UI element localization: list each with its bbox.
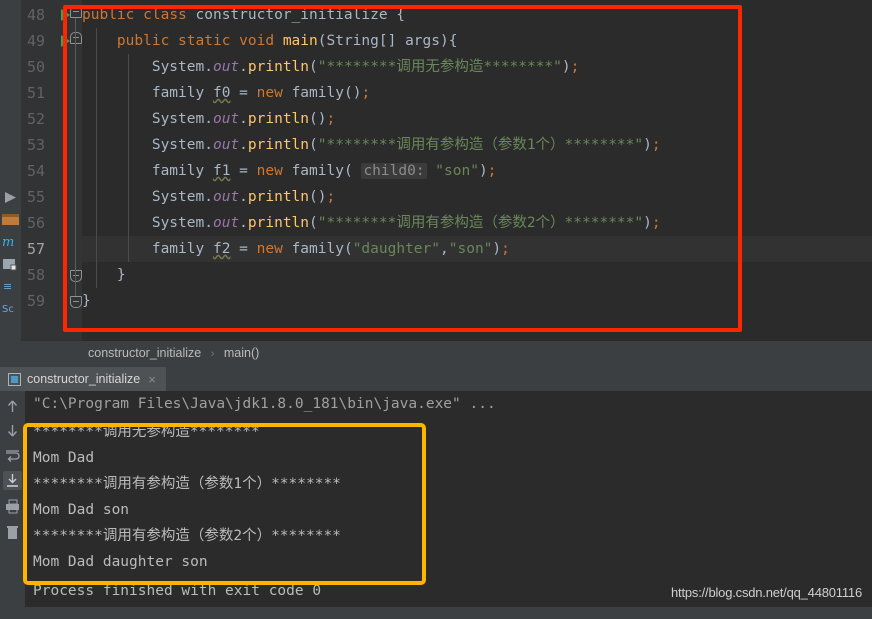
code-editor[interactable]: m ≡ Sc 48 49 50 51 52 53 54 55 56 57 58 59 public c… [0,0,872,341]
run-tool-window: constructor_initialize × "C:\Program Fil… [0,367,872,619]
breadcrumb-method[interactable]: main() [224,346,259,360]
breadcrumb[interactable]: constructor_initialize › main() [0,341,872,367]
run-configuration-icon [8,372,21,386]
console-output-line: Mom Dad daughter son [33,554,208,570]
fold-toggle-icon[interactable] [70,296,82,308]
svg-text:Sc: Sc [2,304,14,315]
line-number: 50 [26,58,45,76]
code-line[interactable]: family f2 = new family("daughter","son")… [82,236,872,262]
line-number: 56 [26,214,45,232]
console-output-line: ********调用无参构造******** [33,424,260,440]
code-line[interactable]: System.out.println("********调用无参构造******… [82,54,872,80]
console-output-line: ********调用有参构造（参数1个）******** [33,476,341,492]
run-tab-bar[interactable]: constructor_initialize × [0,367,872,391]
run-tab-constructor-initialize[interactable]: constructor_initialize × [0,367,166,391]
console-toolbar[interactable] [0,391,25,619]
line-number: 52 [26,110,45,128]
ide-window: m ≡ Sc 48 49 50 51 52 53 54 55 56 57 58 59 public c… [0,0,872,619]
breadcrumb-separator: › [210,348,215,360]
services-icon[interactable]: Sc [1,298,20,317]
line-number: 51 [26,84,45,102]
indent-guide [128,54,129,262]
line-number: 59 [26,292,45,310]
breadcrumb-class[interactable]: constructor_initialize [88,346,201,360]
svg-text:≡: ≡ [3,280,12,293]
status-bar [0,607,872,619]
code-line[interactable]: family f1 = new family( child0: "son"); [82,158,872,184]
line-number: 54 [26,162,45,180]
fold-toggle-icon[interactable] [70,32,82,44]
code-line[interactable]: System.out.println(); [82,184,872,210]
code-line[interactable]: family f0 = new family(); [82,80,872,106]
maven-icon[interactable]: m [1,232,20,251]
line-number: 55 [26,188,45,206]
indent-guide [96,28,97,288]
console-command-line: "C:\Program Files\Java\jdk1.8.0_181\bin\… [33,396,496,412]
code-line[interactable]: System.out.println("********调用有参构造（参数1个）… [82,132,872,158]
trash-icon[interactable] [3,523,22,542]
console-output-line: Mom Dad [33,450,95,466]
soft-wrap-icon[interactable] [3,447,22,466]
fold-region-line [75,44,76,270]
structure-icon[interactable]: ≡ [1,276,20,295]
code-lines[interactable]: public class constructor_initialize { pu… [82,0,872,341]
console-output-line: ********调用有参构造（参数2个）******** [33,528,341,544]
fold-toggle-icon[interactable] [70,270,82,282]
line-number: 49 [26,32,45,50]
line-number: 57 [26,240,45,258]
play-arrow-icon[interactable] [1,188,20,207]
code-line[interactable]: System.out.println("********调用有参构造（参数2个）… [82,210,872,236]
code-line[interactable]: } [82,288,872,314]
print-icon[interactable] [3,497,22,516]
run-gutter-icon[interactable] [61,9,70,21]
watermark-url: https://blog.csdn.net/qq_44801116 [671,585,862,600]
code-line[interactable]: } [82,262,872,288]
code-line[interactable]: public static void main(String[] args){ [82,28,872,54]
run-tab-label: constructor_initialize [27,372,141,386]
line-number: 58 [26,266,45,284]
code-line[interactable]: public class constructor_initialize { [82,2,872,28]
console-exit-line: Process finished with exit code 0 [33,583,322,599]
database-icon[interactable] [1,254,20,273]
fold-toggle-icon[interactable] [70,6,82,18]
svg-text:m: m [2,235,14,250]
arrow-up-icon[interactable] [3,397,22,416]
scroll-to-end-icon[interactable] [3,471,22,490]
terminal-icon[interactable] [1,210,20,229]
code-line[interactable]: System.out.println(); [82,106,872,132]
arrow-down-icon[interactable] [3,421,22,440]
line-number: 48 [26,6,45,24]
console-output-line: Mom Dad son [33,502,130,518]
run-gutter-icon[interactable] [61,35,70,47]
line-number: 53 [26,136,45,154]
close-icon[interactable]: × [148,373,156,386]
code-folding-strip[interactable] [70,0,82,341]
